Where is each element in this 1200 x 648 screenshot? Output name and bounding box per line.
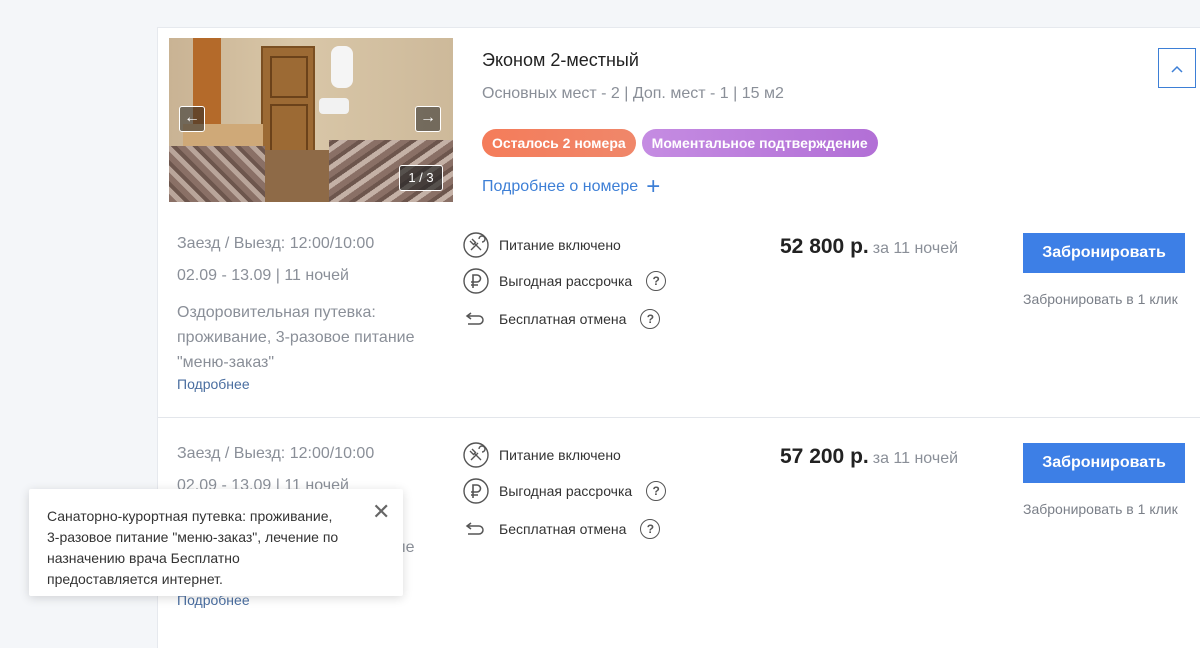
feature-label: Питание включено: [499, 447, 621, 463]
fork-spoon-icon: [463, 442, 489, 468]
close-icon[interactable]: ✕: [372, 501, 390, 523]
book-button[interactable]: Забронировать: [1023, 233, 1185, 273]
next-photo-button[interactable]: →: [415, 106, 441, 132]
offer-details-link[interactable]: Подробнее: [177, 376, 250, 392]
feature-label: Выгодная рассрочка: [499, 273, 633, 289]
description-tooltip: Санаторно-курортная путевка: проживание,…: [29, 489, 403, 596]
room-meta: Основных мест - 2 | Доп. мест - 1 | 15 м…: [482, 85, 784, 102]
room-details-link[interactable]: Подробнее о номере +: [482, 173, 661, 200]
room-title: Эконом 2-местный: [482, 50, 639, 70]
ruble-icon: [463, 478, 489, 504]
collapse-button[interactable]: [1158, 48, 1196, 88]
offer-row: Заезд / Выезд: 12:00/10:00 02.09 - 13.09…: [158, 208, 1200, 413]
price: 52 800 р. за 11 ночей: [780, 235, 958, 259]
feature-label: Питание включено: [499, 237, 621, 253]
photo-heater: [331, 46, 353, 88]
feature-meals: Питание включено: [463, 442, 621, 468]
question-icon[interactable]: ?: [646, 481, 667, 501]
photo-bed-left: [169, 146, 265, 202]
question-icon[interactable]: ?: [640, 309, 661, 329]
one-click-book-link[interactable]: Забронировать в 1 клик: [1023, 501, 1178, 517]
book-button[interactable]: Забронировать: [1023, 443, 1185, 483]
feature-meals: Питание включено: [463, 232, 621, 258]
plus-icon: +: [646, 173, 661, 200]
stay-dates: 02.09 - 13.09 | 11 ночей: [177, 267, 349, 284]
price-value: 57 200 р.: [780, 445, 869, 468]
feature-installment: Выгодная рассрочка ?: [463, 478, 667, 504]
price: 57 200 р. за 11 ночей: [780, 445, 958, 469]
room-details-link-label: Подробнее о номере: [482, 178, 639, 195]
question-icon[interactable]: ?: [640, 519, 661, 539]
room-photo-gallery[interactable]: ← → 1 / 3: [169, 38, 453, 202]
prev-photo-button[interactable]: ←: [179, 106, 205, 132]
tooltip-text: Санаторно-курортная путевка: проживание,…: [47, 508, 339, 587]
photo-counter: 1 / 3: [399, 165, 443, 191]
one-click-book-link[interactable]: Забронировать в 1 клик: [1023, 291, 1178, 307]
price-value: 52 800 р.: [780, 235, 869, 258]
feature-label: Выгодная рассрочка: [499, 483, 633, 499]
undo-arrow-icon: [465, 522, 484, 535]
feature-free-cancel: Бесплатная отмена ?: [463, 308, 661, 330]
offer-description: Оздоровительная путевка: проживание, 3-р…: [177, 304, 415, 371]
photo-sink: [319, 98, 349, 114]
ruble-icon: [463, 268, 489, 294]
fork-spoon-icon: [463, 232, 489, 258]
price-period: за 11 ночей: [872, 240, 959, 257]
chevron-up-icon: [1171, 66, 1183, 73]
undo-arrow-icon: [465, 312, 484, 325]
feature-label: Бесплатная отмена: [499, 521, 627, 537]
feature-free-cancel: Бесплатная отмена ?: [463, 518, 661, 540]
feature-installment: Выгодная рассрочка ?: [463, 268, 667, 294]
instant-confirmation-badge: Моментальное подтверждение: [641, 129, 878, 157]
feature-label: Бесплатная отмена: [499, 311, 627, 327]
checkin-time: Заезд / Выезд: 12:00/10:00: [177, 235, 375, 252]
photo-door: [261, 46, 315, 160]
room-badges: Осталось 2 номера Моментальное подтвержд…: [482, 129, 878, 157]
question-icon[interactable]: ?: [646, 271, 667, 291]
checkin-time: Заезд / Выезд: 12:00/10:00: [177, 445, 375, 462]
rooms-left-badge: Осталось 2 номера: [482, 129, 636, 157]
price-period: за 11 ночей: [872, 450, 959, 467]
